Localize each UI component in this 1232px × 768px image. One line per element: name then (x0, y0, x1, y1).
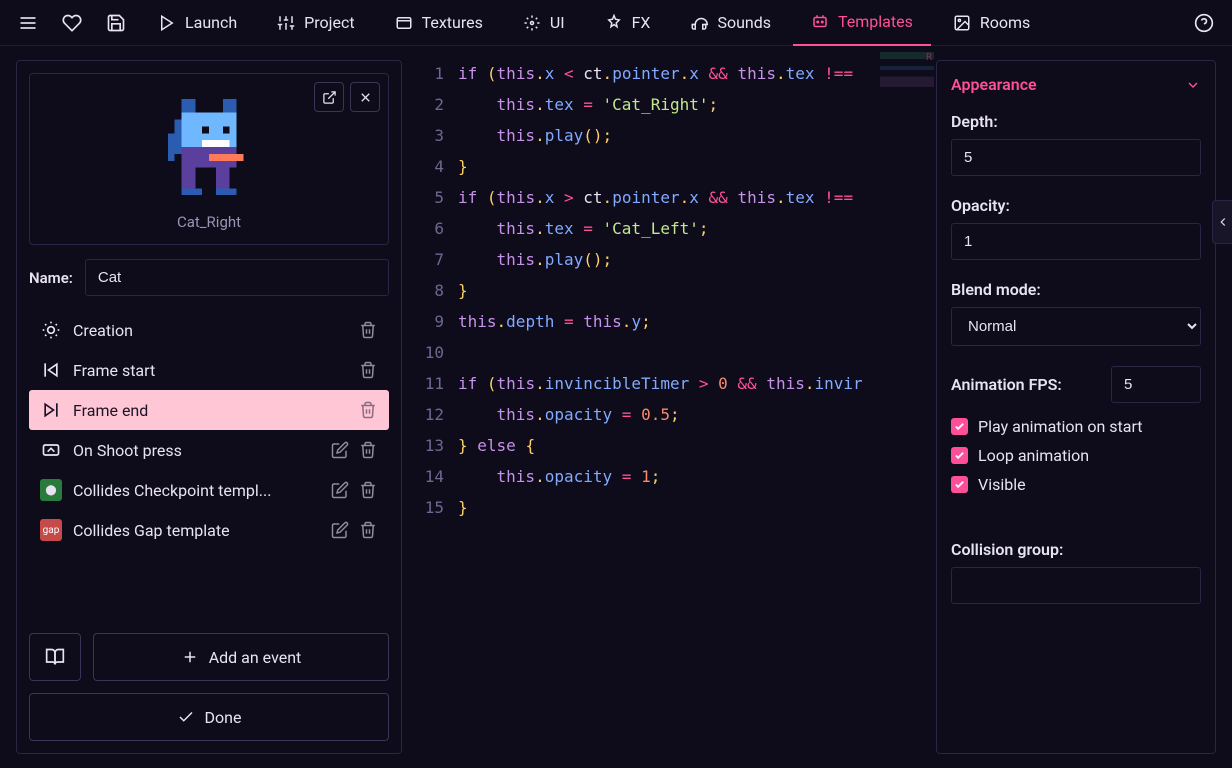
right-panel: Appearance Depth: Opacity: Blend mode: N… (936, 60, 1216, 754)
button-label: Done (205, 708, 242, 727)
opacity-input[interactable] (951, 223, 1201, 260)
event-list: Creation Frame start Frame end On Shoot … (29, 310, 389, 550)
trash-icon[interactable] (357, 319, 379, 341)
close-icon[interactable] (350, 82, 380, 112)
event-collides-checkpoint[interactable]: ⬤ Collides Checkpoint templ... (29, 470, 389, 510)
section-title: Appearance (951, 75, 1037, 94)
trash-icon[interactable] (357, 399, 379, 421)
event-label: Collides Gap template (73, 521, 319, 540)
trash-icon[interactable] (357, 519, 379, 541)
trash-icon[interactable] (357, 479, 379, 501)
checkbox-icon (951, 418, 968, 435)
event-label: Frame end (73, 401, 347, 420)
template-name-input[interactable] (85, 259, 389, 296)
frame-end-icon (39, 398, 63, 422)
checkbox-label: Loop animation (978, 446, 1089, 465)
name-label: Name: (29, 269, 73, 287)
event-frame-end[interactable]: Frame end (29, 390, 389, 430)
tab-label: Textures (422, 13, 483, 32)
tab-textures[interactable]: Textures (377, 0, 501, 46)
code-editor[interactable]: 123456789101112131415 if (this.x < ct.po… (402, 46, 936, 768)
tab-templates[interactable]: Templates (793, 0, 931, 46)
depth-input[interactable] (951, 139, 1201, 176)
checkbox-icon (951, 447, 968, 464)
tab-label: FX (632, 13, 651, 32)
tab-sounds[interactable]: Sounds (672, 0, 789, 46)
fps-label: Animation FPS: (951, 375, 1101, 394)
code-content[interactable]: if (this.x < ct.pointer.x && this.tex !=… (458, 50, 936, 768)
tab-ui[interactable]: UI (505, 0, 583, 46)
side-collapse-handle[interactable] (1212, 200, 1232, 244)
checkbox-label: Play animation on start (978, 417, 1143, 436)
tab-rooms[interactable]: Rooms (935, 0, 1048, 46)
trash-icon[interactable] (357, 439, 379, 461)
loop-checkbox[interactable]: Loop animation (951, 446, 1201, 465)
collide-icon: gap (39, 518, 63, 542)
event-collides-gap[interactable]: gap Collides Gap template (29, 510, 389, 550)
sprite-image (154, 87, 264, 207)
heart-icon[interactable] (52, 3, 92, 43)
sprite-name-label: Cat_Right (177, 213, 241, 231)
collide-icon: ⬤ (39, 478, 63, 502)
add-event-button[interactable]: Add an event (93, 633, 389, 681)
tab-label: Sounds (717, 13, 771, 32)
event-label: Creation (73, 321, 347, 340)
open-external-icon[interactable] (314, 82, 344, 112)
event-on-shoot-press[interactable]: On Shoot press (29, 430, 389, 470)
collision-label: Collision group: (951, 540, 1201, 559)
visible-checkbox[interactable]: Visible (951, 475, 1201, 494)
done-button[interactable]: Done (29, 693, 389, 741)
checkbox-label: Visible (978, 475, 1026, 494)
main-body: Cat_Right Name: Creation Frame start Fra… (0, 46, 1232, 768)
help-icon[interactable] (1184, 3, 1224, 43)
event-label: Collides Checkpoint templ... (73, 481, 319, 500)
frame-start-icon (39, 358, 63, 382)
checkbox-icon (951, 476, 968, 493)
event-frame-start[interactable]: Frame start (29, 350, 389, 390)
play-on-start-checkbox[interactable]: Play animation on start (951, 417, 1201, 436)
tab-label: Launch (185, 13, 237, 32)
sun-icon (39, 318, 63, 342)
tab-label: Project (304, 13, 354, 32)
shoot-icon (39, 438, 63, 462)
blend-select[interactable]: Normal (951, 307, 1201, 346)
tab-launch[interactable]: Launch (140, 0, 255, 46)
tab-fx[interactable]: FX (587, 0, 669, 46)
tab-label: Templates (838, 12, 913, 31)
topbar: Launch Project Textures UI FX Sounds Tem… (0, 0, 1232, 46)
tab-project[interactable]: Project (259, 0, 372, 46)
left-panel: Cat_Right Name: Creation Frame start Fra… (16, 60, 402, 754)
event-creation[interactable]: Creation (29, 310, 389, 350)
depth-label: Depth: (951, 112, 1201, 131)
edit-icon[interactable] (329, 479, 351, 501)
tab-label: UI (550, 13, 565, 32)
fps-input[interactable] (1111, 366, 1201, 403)
sprite-preview: Cat_Right (29, 73, 389, 245)
chevron-down-icon (1185, 77, 1201, 93)
blend-label: Blend mode: (951, 280, 1201, 299)
line-gutter: 123456789101112131415 (402, 50, 458, 768)
trash-icon[interactable] (357, 359, 379, 381)
edit-icon[interactable] (329, 519, 351, 541)
tab-label: Rooms (980, 13, 1030, 32)
collision-input[interactable] (951, 567, 1201, 604)
docs-button[interactable] (29, 633, 81, 681)
save-icon[interactable] (96, 3, 136, 43)
button-label: Add an event (209, 648, 302, 667)
edit-icon[interactable] (329, 439, 351, 461)
event-label: Frame start (73, 361, 347, 380)
menu-icon[interactable] (8, 3, 48, 43)
appearance-section-header[interactable]: Appearance (951, 75, 1201, 94)
event-label: On Shoot press (73, 441, 319, 460)
opacity-label: Opacity: (951, 196, 1201, 215)
